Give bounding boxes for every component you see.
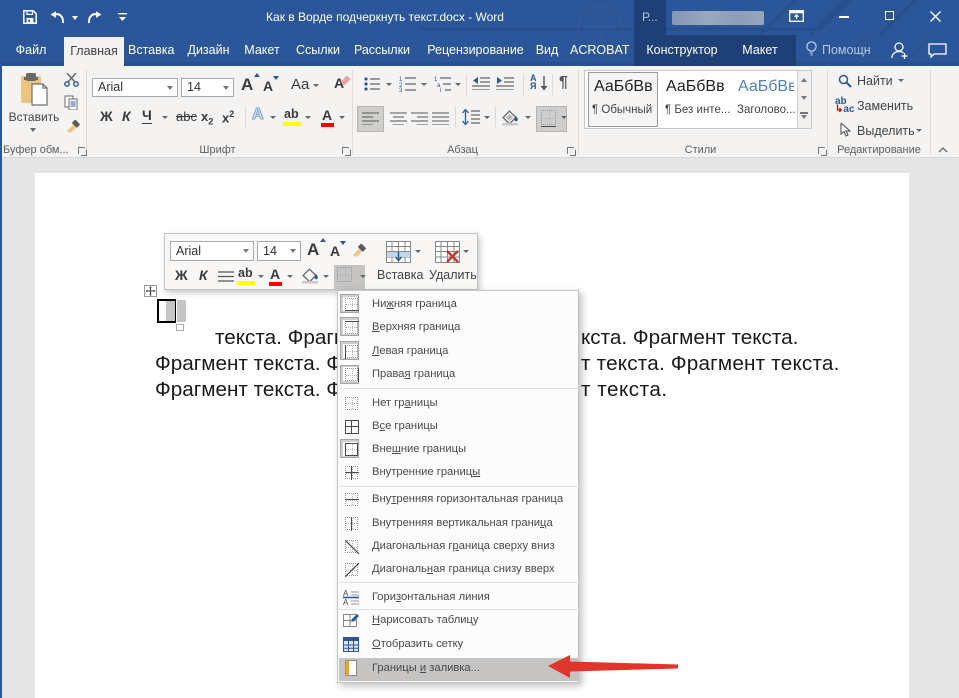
svg-text:A: A xyxy=(343,598,349,606)
svg-text:A: A xyxy=(343,589,349,598)
svg-text:i: i xyxy=(440,88,441,92)
svg-text:3: 3 xyxy=(399,88,403,92)
